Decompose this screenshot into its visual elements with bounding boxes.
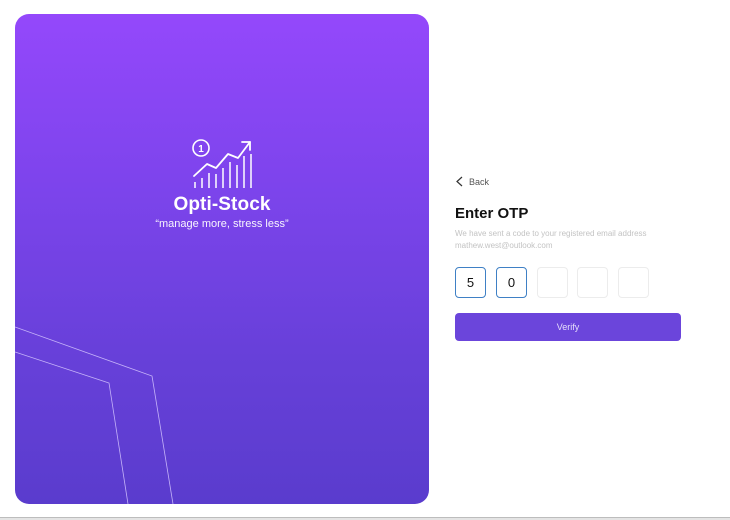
- otp-digit-5[interactable]: [618, 267, 649, 298]
- otp-description-text: We have sent a code to your registered e…: [455, 229, 647, 238]
- logo-badge-number: 1: [198, 144, 204, 155]
- otp-description: We have sent a code to your registered e…: [455, 228, 695, 252]
- back-label: Back: [469, 176, 490, 187]
- verify-button[interactable]: Verify: [455, 313, 681, 341]
- otp-digit-3[interactable]: [537, 267, 568, 298]
- brand-tagline: “manage more, stress less”: [155, 218, 289, 230]
- growth-chart-icon: 1: [192, 139, 252, 188]
- brand-name: Opti-Stock: [173, 194, 271, 215]
- brand-panel: 1 Opti-Stock “manage more, stress less”: [15, 14, 429, 504]
- otp-digit-4[interactable]: [577, 267, 608, 298]
- page-title: Enter OTP: [455, 205, 529, 222]
- chevron-left-icon: [456, 176, 463, 187]
- otp-digit-1[interactable]: 5: [455, 267, 486, 298]
- decorative-lines: [15, 326, 174, 504]
- back-button[interactable]: Back: [456, 176, 489, 187]
- otp-digit-2[interactable]: 0: [496, 267, 527, 298]
- otp-email: mathew.west@outlook.com: [455, 241, 553, 250]
- otp-page: 1 Opti-Stock “manage more, stress less” …: [0, 0, 730, 520]
